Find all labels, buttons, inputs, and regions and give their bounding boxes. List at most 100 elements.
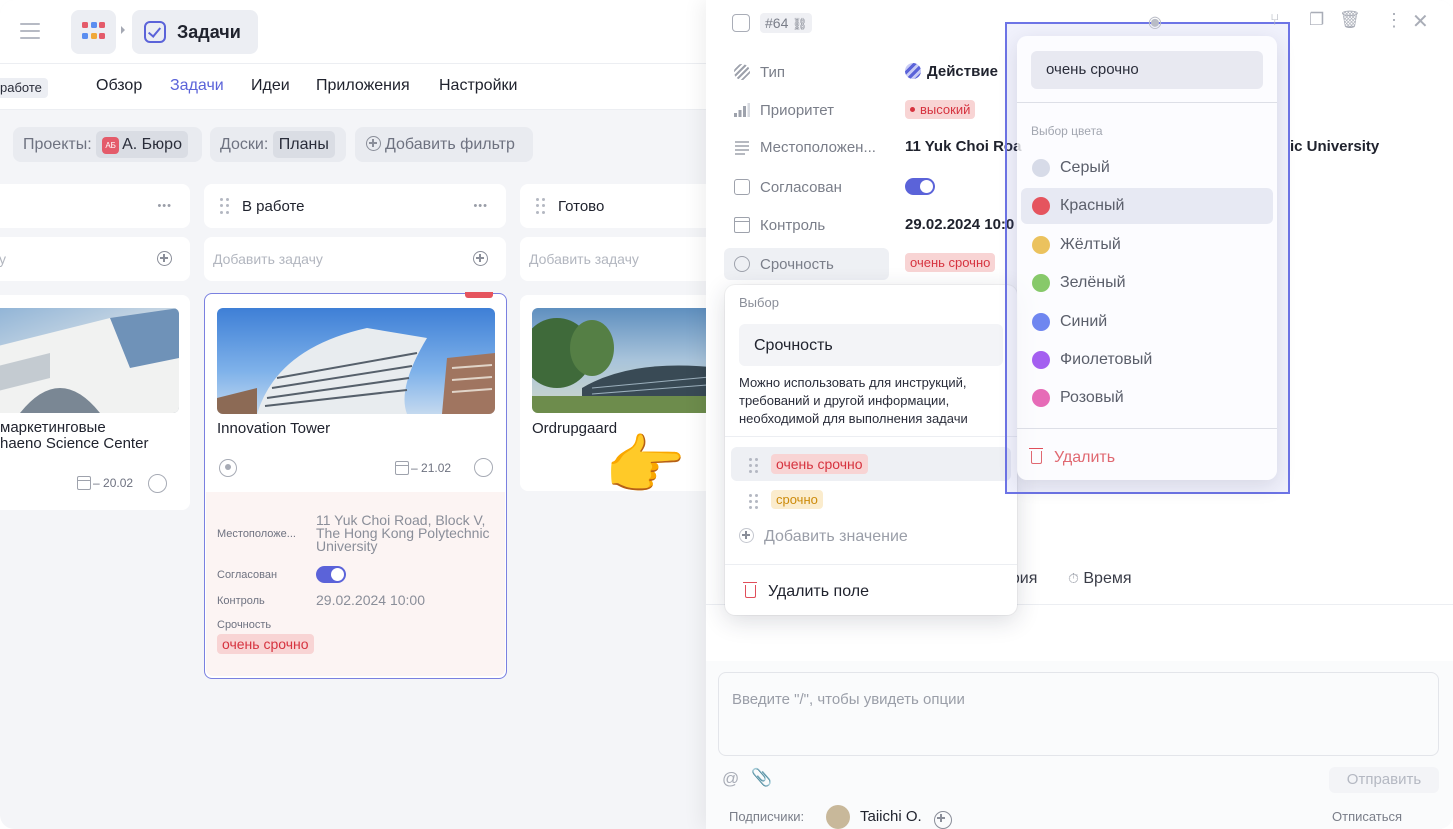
prop-label: Срочность <box>760 256 834 273</box>
drag-handle-icon[interactable] <box>749 458 758 473</box>
mention-icon[interactable]: @ <box>722 769 739 789</box>
prop-value-tail: ic University <box>1290 138 1380 155</box>
action-type-icon <box>905 63 921 79</box>
send-button[interactable]: Отправить <box>1329 767 1439 793</box>
color-option-pink[interactable]: Розовый <box>1021 380 1273 416</box>
boards-filter[interactable]: Доски: Планы <box>210 127 346 162</box>
close-icon[interactable]: ✕ <box>1412 9 1429 34</box>
assignee-icon[interactable] <box>219 459 237 477</box>
color-picker-menu: очень срочно Выбор цвета Серый Красный Ж… <box>1017 36 1277 480</box>
tab-tasks[interactable]: Задачи <box>170 77 224 95</box>
type-icon <box>734 64 750 80</box>
color-option-green[interactable]: Зелёный <box>1021 265 1273 301</box>
more-icon[interactable]: ••• <box>157 201 172 212</box>
tab-time[interactable]: ⏱ Время <box>1068 570 1132 588</box>
prop-value-text: Действие <box>927 63 998 80</box>
card-title-line: haeno Science Center <box>0 435 149 452</box>
color-option-blue[interactable]: Синий <box>1021 304 1273 340</box>
tab-ideas[interactable]: Идеи <box>251 77 290 95</box>
task-id: #64 <box>765 15 789 31</box>
building-image <box>532 318 720 413</box>
subscriber-name: Taiichi O. <box>860 808 922 825</box>
tab-settings[interactable]: Настройки <box>439 77 517 95</box>
add-task-input[interactable]: Добавить задачу <box>520 237 720 281</box>
card-title: маркетинговые haeno Science Center <box>0 420 148 452</box>
due-date: – 21.02 <box>395 461 451 475</box>
menu-icon[interactable] <box>20 23 40 39</box>
urgency-value: очень срочно <box>905 253 996 272</box>
prop-label: Согласован <box>760 179 842 196</box>
priority-value: высокий <box>920 102 971 117</box>
approved-toggle[interactable] <box>905 178 935 195</box>
top-bar: Задачи <box>0 0 710 64</box>
plus-circle-icon <box>366 136 381 151</box>
pointing-hand-icon: 👈 <box>606 428 689 502</box>
drag-handle-icon[interactable] <box>749 494 758 509</box>
more-vertical-icon[interactable]: ⋮ <box>1385 10 1403 31</box>
color-swatch <box>1032 159 1050 177</box>
column-header-done: Готово <box>520 184 720 228</box>
color-swatch <box>1032 197 1050 215</box>
plus-circle-icon[interactable] <box>473 251 488 266</box>
card-title: Innovation Tower <box>217 420 331 437</box>
branch-icon[interactable]: ⑂ <box>1270 12 1280 30</box>
delete-option-label: Удалить <box>1054 449 1116 466</box>
color-option-yellow[interactable]: Жёлтый <box>1021 227 1273 263</box>
unsubscribe-link[interactable]: Отписаться <box>1332 809 1402 824</box>
color-option-red[interactable]: Красный <box>1021 188 1273 224</box>
add-task-input[interactable]: Добавить задачу <box>204 237 506 281</box>
copy-icon[interactable]: ❐ <box>1309 10 1324 30</box>
breadcrumb-label: Задачи <box>177 22 241 42</box>
priority-bars-icon <box>734 102 750 118</box>
color-swatch <box>1032 236 1050 254</box>
task-card[interactable]: маркетинговые haeno Science Center – 20.… <box>0 295 190 510</box>
add-value-button[interactable]: Добавить значение <box>739 528 908 546</box>
comment-input[interactable]: Введите "/", чтобы увидеть опции <box>718 672 1439 756</box>
prop-label: Местоположе... <box>217 528 296 540</box>
color-name: Серый <box>1060 159 1110 176</box>
breadcrumb-tasks[interactable]: Задачи <box>132 10 258 54</box>
field-settings-menu: Выбор Срочность Можно использовать для и… <box>725 285 1017 615</box>
projects-filter[interactable]: Проекты: АБ А. Бюро <box>13 127 202 162</box>
filter-bar: Проекты: АБ А. Бюро Доски: Планы Добавить… <box>0 110 710 178</box>
delete-option-button[interactable]: Удалить <box>1029 448 1116 467</box>
prop-value-location: 11 Yuk Choi Road, Block V, The Hong Kong… <box>316 512 490 554</box>
add-task-input[interactable]: у <box>0 237 190 281</box>
priority-tag: высокий <box>905 100 976 119</box>
apps-grid-icon <box>82 22 105 42</box>
tab-apps[interactable]: Приложения <box>316 77 410 95</box>
plus-circle-icon[interactable] <box>157 251 172 266</box>
sub-navigation: работе Обзор Задачи Идеи Приложения Наст… <box>0 64 710 110</box>
tab-overview[interactable]: Обзор <box>96 77 142 95</box>
color-name: Зелёный <box>1060 274 1126 291</box>
field-name-input[interactable]: Срочность <box>739 324 1003 366</box>
task-card-selected[interactable]: Innovation Tower – 21.02 Местоположе... … <box>204 292 507 679</box>
task-id-badge[interactable]: #64 ⛓ <box>760 13 813 33</box>
drag-handle-icon[interactable] <box>536 198 546 214</box>
option-item[interactable]: очень срочно <box>731 447 1011 481</box>
delete-field-button[interactable]: Удалить поле <box>743 582 869 601</box>
color-option-purple[interactable]: Фиолетовый <box>1021 342 1273 378</box>
card-title-line: маркетинговые <box>0 419 106 436</box>
trash-icon[interactable]: 🗑 <box>1339 10 1361 30</box>
attach-icon[interactable]: 📎 <box>751 768 772 788</box>
add-filter-button[interactable]: Добавить фильтр <box>355 127 533 162</box>
complete-toggle[interactable] <box>148 474 167 493</box>
option-name-input[interactable]: очень срочно <box>1031 51 1263 89</box>
more-icon[interactable]: ••• <box>473 201 488 212</box>
divider <box>725 564 1017 565</box>
column-header-in-progress: В работе ••• <box>204 184 506 228</box>
option-item[interactable]: срочно <box>731 483 1011 517</box>
calendar-icon <box>395 461 409 475</box>
apps-grid-button[interactable] <box>71 10 116 54</box>
approved-toggle[interactable] <box>316 566 346 583</box>
prop-label: Контроль <box>217 595 265 607</box>
filter-icon <box>0 137 2 149</box>
drag-handle-icon[interactable] <box>220 198 230 214</box>
add-subscriber-icon[interactable] <box>934 811 952 829</box>
complete-toggle[interactable] <box>474 458 493 477</box>
color-option-gray[interactable]: Серый <box>1021 150 1273 186</box>
tab-time-label: Время <box>1083 570 1132 587</box>
eye-icon[interactable]: ◉ <box>1148 12 1162 32</box>
sidebar-toggle-icon[interactable] <box>732 14 750 32</box>
